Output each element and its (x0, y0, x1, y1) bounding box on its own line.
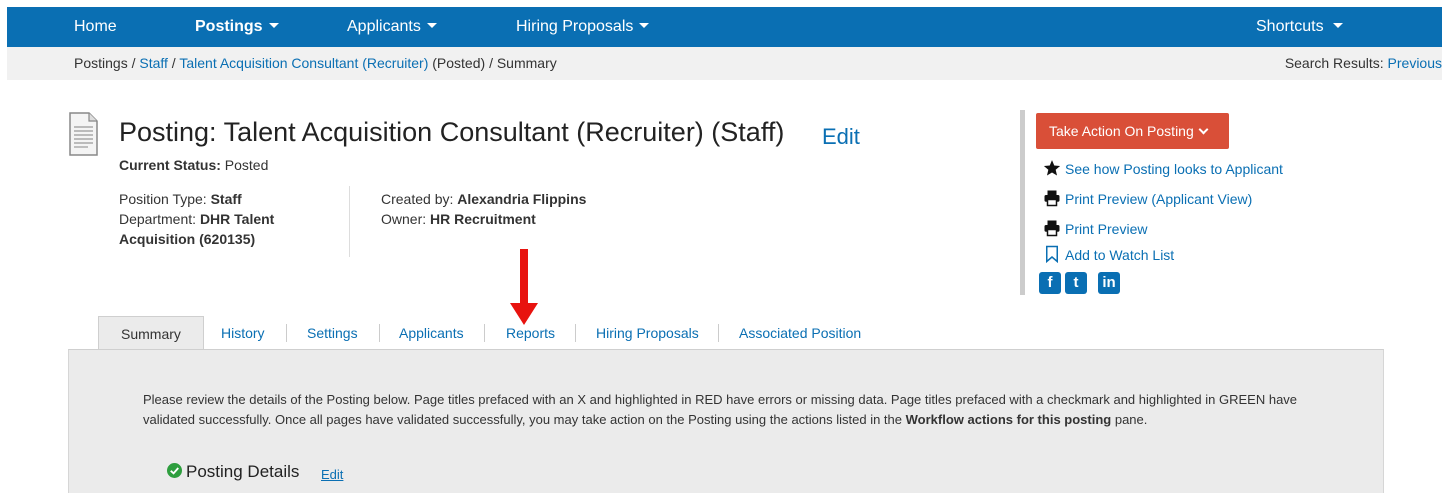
breadcrumb-separator: / (127, 55, 140, 71)
search-results-label: Search Results: (1284, 55, 1388, 71)
page-title: Posting: Talent Acquisition Consultant (… (119, 117, 785, 147)
print-preview-label: Print Preview (1065, 221, 1148, 237)
nav-hiring-proposals[interactable]: Hiring Proposals (516, 7, 650, 47)
printer-icon (1044, 190, 1060, 207)
caret-down-icon (639, 23, 650, 29)
owner-value: HR Recruitment (430, 211, 536, 227)
owner: Owner: HR Recruitment (381, 209, 586, 229)
nav-applicants-label: Applicants (347, 18, 421, 35)
twitter-icon[interactable]: t (1065, 272, 1087, 294)
chevron-down-icon (1198, 124, 1209, 135)
created-by-value: Alexandria Flippins (457, 191, 587, 207)
posting-details-heading: Posting Details (167, 462, 299, 482)
meta-right: Created by: Alexandria Flippins Owner: H… (381, 189, 586, 229)
breadcrumb-staff-link[interactable]: Staff (139, 55, 168, 71)
department-value-2: Acquisition (620135) (119, 231, 256, 247)
tab-separator (575, 324, 576, 342)
search-results-previous-link[interactable]: Previous (1388, 55, 1442, 71)
breadcrumb-posted: (Posted) (428, 55, 490, 71)
department: Department: DHR Talent (119, 209, 274, 229)
print-preview-applicant-link[interactable]: Print Preview (Applicant View) (1043, 189, 1252, 209)
posting-details-title: Posting Details (186, 462, 300, 481)
tab-separator (718, 324, 719, 342)
star-icon (1043, 160, 1061, 176)
created-by: Created by: Alexandria Flippins (381, 189, 586, 209)
position-type: Position Type: Staff (119, 189, 274, 209)
facebook-icon[interactable]: f (1039, 272, 1061, 294)
position-type-value: Staff (210, 191, 242, 207)
owner-label: Owner: (381, 211, 431, 227)
take-action-button[interactable]: Take Action On Posting (1036, 113, 1229, 149)
applicant-view-label: See how Posting looks to Applicant (1065, 161, 1283, 177)
breadcrumb-separator: / (167, 55, 180, 71)
document-icon (69, 112, 98, 156)
department-label: Department: (119, 211, 200, 227)
tab-separator (379, 324, 380, 342)
tab-associated-position[interactable]: Associated Position (739, 316, 861, 350)
print-preview-applicant-label: Print Preview (Applicant View) (1065, 191, 1253, 207)
caret-down-icon (1332, 23, 1343, 29)
printer-icon (1044, 220, 1060, 237)
nav-postings-label: Postings (195, 18, 263, 35)
breadcrumb-bar: Postings / Staff / Talent Acquisition Co… (7, 47, 1442, 80)
meta-divider (349, 186, 350, 257)
tab-reports[interactable]: Reports (506, 316, 555, 350)
search-results: Search Results: Previous (1285, 47, 1442, 80)
tab-separator (286, 324, 287, 342)
add-to-watch-list-link[interactable]: Add to Watch List (1043, 245, 1174, 265)
position-type-label: Position Type: (119, 191, 211, 207)
tab-history[interactable]: History (221, 316, 265, 350)
breadcrumb-posting-link[interactable]: Talent Acquisition Consultant (Recruiter… (179, 55, 428, 71)
breadcrumb-summary: Summary (496, 55, 557, 71)
actions-panel-border (1020, 110, 1025, 295)
tab-settings[interactable]: Settings (307, 316, 358, 350)
caret-down-icon (426, 23, 437, 29)
breadcrumb-separator: / (489, 55, 497, 71)
nav-postings[interactable]: Postings (195, 7, 279, 47)
caret-down-icon (268, 23, 279, 29)
posting-details-edit-link[interactable]: Edit (321, 467, 343, 482)
nav-applicants[interactable]: Applicants (347, 7, 437, 47)
breadcrumb: Postings / Staff / Talent Acquisition Co… (74, 47, 557, 80)
check-circle-icon (167, 463, 182, 479)
tab-applicants[interactable]: Applicants (399, 316, 464, 350)
bookmark-icon (1046, 246, 1058, 264)
current-status: Current Status: Posted (119, 157, 268, 173)
nav-shortcuts-label: Shortcuts (1256, 18, 1324, 35)
instructions-part-2: pane. (1111, 412, 1148, 427)
status-label: Current Status: (119, 157, 221, 173)
add-to-watch-list-label: Add to Watch List (1065, 247, 1175, 263)
breadcrumb-postings: Postings (74, 55, 128, 71)
status-value: Posted (220, 157, 269, 173)
linkedin-icon[interactable]: in (1098, 272, 1120, 294)
meta-left: Position Type: Staff Department: DHR Tal… (119, 189, 274, 249)
nav-hiring-proposals-label: Hiring Proposals (516, 18, 634, 35)
summary-panel: Please review the details of the Posting… (68, 349, 1384, 493)
created-by-label: Created by: (381, 191, 458, 207)
department-value: DHR Talent (199, 211, 275, 227)
print-preview-link[interactable]: Print Preview (1043, 219, 1147, 239)
tab-hiring-proposals[interactable]: Hiring Proposals (596, 316, 699, 350)
take-action-label: Take Action On Posting (1049, 123, 1194, 139)
nav-home[interactable]: Home (74, 7, 117, 47)
tab-summary[interactable]: Summary (98, 316, 204, 351)
department-cont: Acquisition (620135) (119, 229, 274, 249)
tab-separator (484, 324, 485, 342)
applicant-view-link[interactable]: See how Posting looks to Applicant (1043, 159, 1283, 179)
instructions-bold: Workflow actions for this posting (905, 412, 1112, 427)
title-edit-link[interactable]: Edit (822, 124, 860, 150)
top-navbar: Home Postings Applicants Hiring Proposal… (7, 7, 1442, 47)
nav-shortcuts[interactable]: Shortcuts (1256, 7, 1343, 47)
instructions-text: Please review the details of the Posting… (143, 390, 1313, 430)
